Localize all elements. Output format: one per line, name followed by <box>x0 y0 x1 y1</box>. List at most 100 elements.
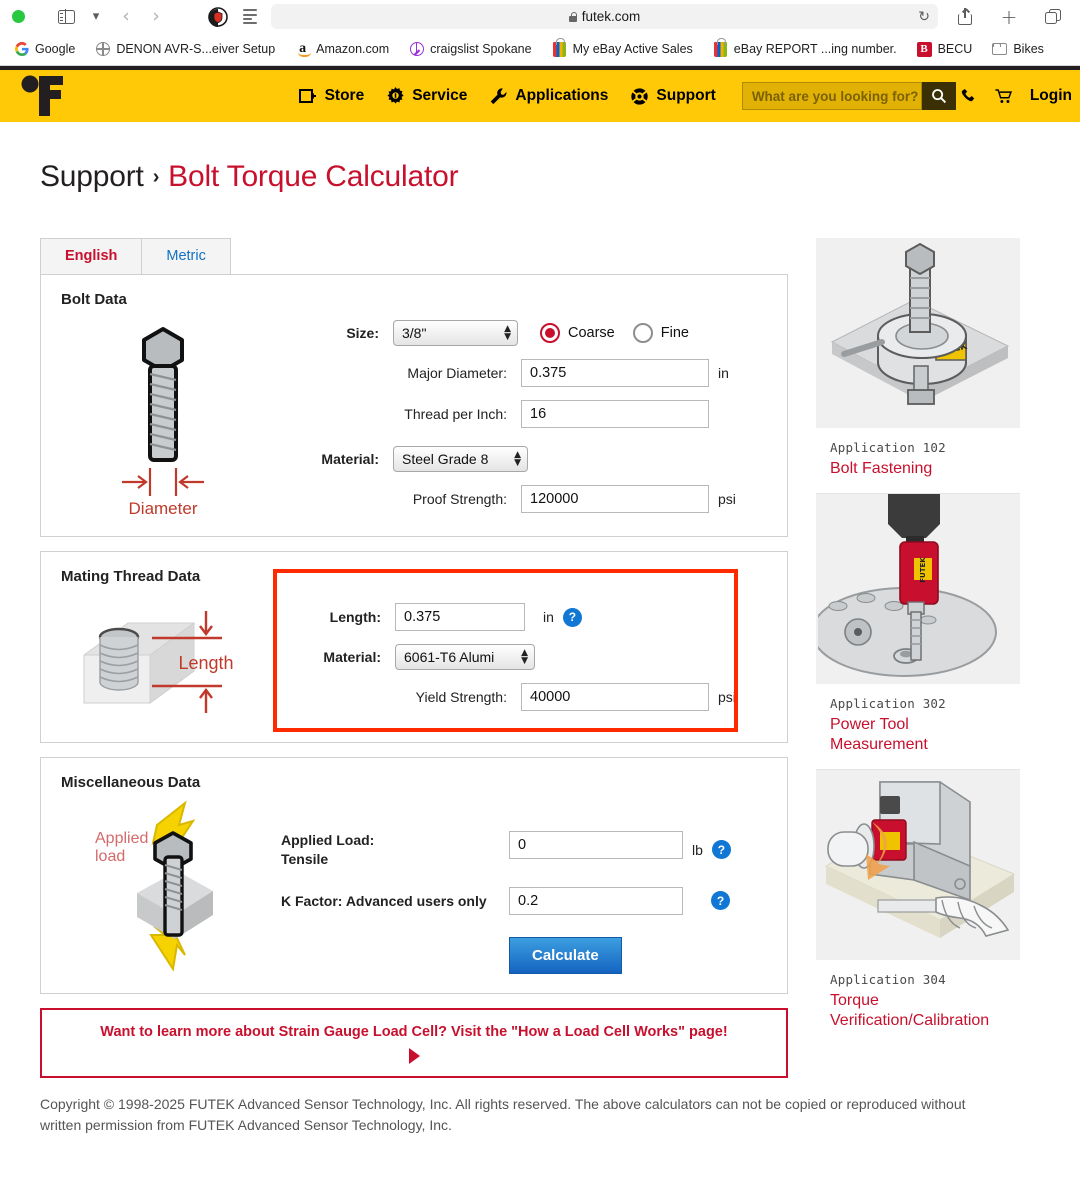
becu-icon: B <box>916 41 932 57</box>
back-arrow-icon[interactable]: ‹ <box>111 5 141 29</box>
application-card-102[interactable]: FUTEK Application 102 Bolt Fastening <box>816 238 1020 494</box>
major-diameter-input[interactable] <box>521 359 709 387</box>
radio-coarse-dot <box>540 323 560 343</box>
chevron-down-icon[interactable]: ▾ <box>81 5 111 29</box>
application-card-304[interactable]: Application 304 Torque Verification/Cali… <box>816 770 1020 1045</box>
bookmark-google[interactable]: Google <box>4 36 85 62</box>
application-card-302[interactable]: FUTEK Application 302 Power Tool Measure… <box>816 494 1020 770</box>
play-triangle-icon[interactable] <box>408 1048 420 1064</box>
load-cell-promo-banner[interactable]: Want to learn more about Strain Gauge Lo… <box>40 1008 788 1078</box>
applied-load-help-icon[interactable]: ? <box>711 840 731 860</box>
applied-load-caption-line2: load <box>95 848 125 865</box>
plus-icon[interactable]: + <box>994 5 1024 29</box>
field-row-applied-load: Applied Load: Tensile lb ? <box>281 831 767 869</box>
calculate-button[interactable]: Calculate <box>509 936 622 974</box>
bolt-material-label: Material: <box>321 451 379 467</box>
google-icon <box>14 42 29 57</box>
radio-fine[interactable]: Fine <box>632 323 689 343</box>
tabs-icon[interactable] <box>1038 5 1068 29</box>
radio-fine-label: Fine <box>660 325 689 341</box>
length-input[interactable] <box>395 603 525 631</box>
breadcrumb-separator-icon: › <box>152 165 160 188</box>
application-title[interactable]: Bolt Fastening <box>830 459 1006 479</box>
phone-icon[interactable] <box>960 87 979 106</box>
window-green-button[interactable] <box>12 10 25 23</box>
privacy-shield-icon[interactable] <box>207 6 229 28</box>
address-bar[interactable]: futek.com ↻ <box>271 4 938 29</box>
breadcrumb-parent[interactable]: Support <box>40 160 144 194</box>
length-unit: in <box>543 609 554 625</box>
search-placeholder: What are you looking for? <box>751 88 919 104</box>
bookmark-becu[interactable]: B BECU <box>907 36 983 62</box>
nav-item-applications[interactable]: Applications <box>489 87 608 106</box>
applied-load-unit: lb <box>692 841 703 858</box>
field-row-material: Material: Steel Grade 8 ▲ ▼ <box>281 446 767 472</box>
applied-load-label-line2: Tensile <box>281 850 329 867</box>
length-label: Length: <box>329 609 381 625</box>
folder-icon <box>992 42 1008 57</box>
search-input[interactable]: What are you looking for? <box>741 82 922 110</box>
nav-item-label: Applications <box>515 87 609 104</box>
cart-icon[interactable] <box>995 87 1014 106</box>
bookmark-bikes[interactable]: Bikes <box>982 36 1054 62</box>
yield-strength-input[interactable] <box>521 683 709 711</box>
radio-coarse[interactable]: Coarse <box>540 323 615 343</box>
share-icon[interactable] <box>950 5 980 29</box>
application-number: Application 304 <box>830 972 946 987</box>
bookmark-label: My eBay Active Sales <box>572 42 693 56</box>
length-help-icon[interactable]: ? <box>562 607 582 627</box>
k-factor-help-icon[interactable]: ? <box>711 891 730 911</box>
login-link[interactable]: Login <box>1030 87 1072 105</box>
bolt-material-select[interactable]: Steel Grade 8 <box>393 446 528 472</box>
footer-copyright: Copyright © 1998-2025 FUTEK Advanced Sen… <box>40 1096 966 1133</box>
mating-material-select[interactable]: 6061-T6 Alumi <box>395 644 535 670</box>
lock-icon <box>568 11 577 22</box>
application-title[interactable]: Power Tool Measurement <box>830 715 1006 755</box>
reader-view-icon[interactable] <box>235 5 265 29</box>
tab-english[interactable]: English <box>40 238 143 274</box>
misc-data-title: Miscellaneous Data <box>61 774 201 791</box>
futek-logo[interactable] <box>16 74 72 118</box>
proof-strength-unit: psi <box>718 491 736 507</box>
bolt-material-select-wrap: Steel Grade 8 ▲ ▼ <box>393 446 528 472</box>
proof-strength-input[interactable] <box>521 485 709 513</box>
mating-thread-diagram: Length <box>61 589 281 724</box>
application-number: Application 302 <box>830 696 946 711</box>
bolt-fastening-illustration: FUTEK <box>816 238 1020 428</box>
forward-arrow-icon[interactable]: › <box>141 5 171 29</box>
globe-icon <box>95 41 111 57</box>
calculate-row: Calculate <box>281 936 767 974</box>
bookmark-denon[interactable]: DENON AVR-S...eiver Setup <box>85 36 285 62</box>
major-diameter-label: Major Diameter: <box>407 365 507 381</box>
applied-load-input[interactable] <box>509 831 683 859</box>
nav-item-service[interactable]: Service <box>386 86 467 106</box>
bookmark-craigslist[interactable]: craigslist Spokane <box>399 36 541 62</box>
application-title[interactable]: Torque Verification/Calibration <box>830 991 1006 1031</box>
thread-pitch-radio-group: Coarse Fine <box>540 323 689 343</box>
bookmark-label: Bikes <box>1013 42 1044 56</box>
calculator-column: English Metric Bolt Data Diameter Size: … <box>40 238 788 1078</box>
bookmark-ebay-report[interactable]: eBay REPORT ...ing number. <box>703 36 907 62</box>
site-navigation-bar: Store Service Applications Support What … <box>0 70 1080 122</box>
bookmark-ebay-sales[interactable]: My eBay Active Sales <box>542 36 703 62</box>
misc-data-panel: Miscellaneous Data Applied load Applied … <box>40 757 788 994</box>
site-nav-items: Store Service Applications Support What … <box>299 82 960 110</box>
k-factor-input[interactable] <box>509 886 683 915</box>
bookmark-amazon[interactable]: a Amazon.com <box>285 36 399 62</box>
svg-text:FUTEK: FUTEK <box>919 557 927 583</box>
reload-icon[interactable]: ↻ <box>918 9 930 25</box>
search-button[interactable] <box>921 82 956 110</box>
nav-item-store[interactable]: Store <box>299 87 364 106</box>
gear-icon <box>386 86 405 106</box>
size-select[interactable]: 3/8" <box>393 320 518 346</box>
sidebar-icon[interactable] <box>51 5 81 29</box>
field-row-length: Length: in ? <box>299 603 767 631</box>
field-row-size: Size: 3/8" ▲ ▼ Coarse Fine <box>281 320 767 346</box>
thread-per-inch-input[interactable] <box>521 400 709 428</box>
mating-thread-caption: Length <box>178 653 233 673</box>
lifebuoy-icon <box>630 87 649 106</box>
nav-item-support[interactable]: Support <box>630 87 716 106</box>
mating-material-select-wrap: 6061-T6 Alumi ▲ ▼ <box>395 644 535 670</box>
radio-coarse-label: Coarse <box>568 325 615 341</box>
tab-metric[interactable]: Metric <box>142 238 231 274</box>
